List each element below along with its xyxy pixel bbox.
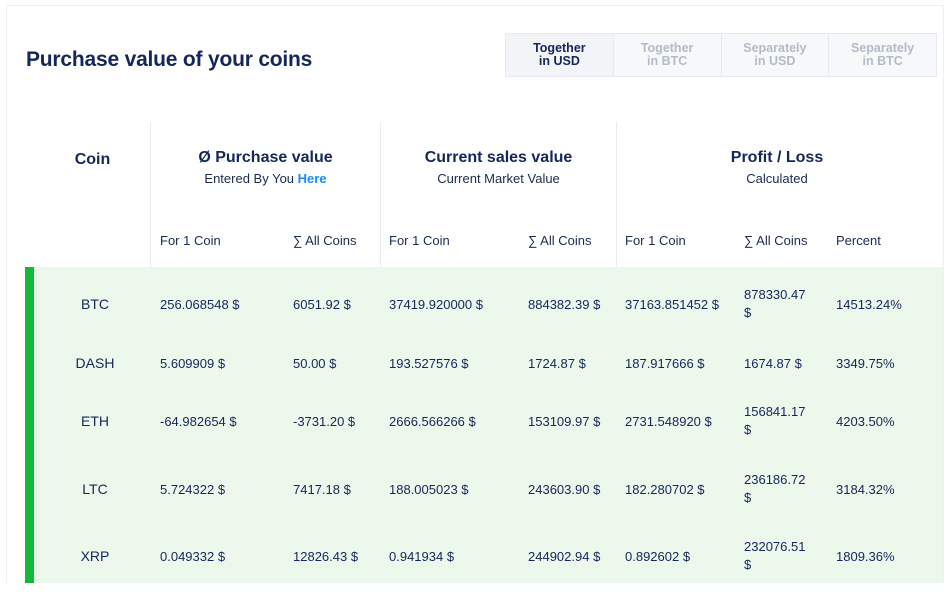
currency-mode-tabs: Together in USD Together in BTC Separate… <box>505 33 937 77</box>
profit-loss-header: Profit / Loss Calculated <box>617 149 937 186</box>
subheader-profit-all: ∑ All Coins <box>744 233 808 248</box>
cell-profit-all: 156841.17 $ <box>744 404 806 437</box>
cell-profit-percent: 4203.50% <box>836 413 895 429</box>
tab-separately-usd[interactable]: Separately in USD <box>722 34 830 76</box>
cell-current-all: 1724.87 $ <box>528 355 586 371</box>
cell-current-one: 193.527576 $ <box>389 355 469 371</box>
cell-current-all: 244902.94 $ <box>528 548 601 564</box>
coin-symbol: ETH <box>81 413 109 429</box>
cell-purchase-one: 5.724322 $ <box>160 481 226 497</box>
tab-label: in BTC <box>862 54 903 68</box>
column-title: Coin <box>74 151 111 168</box>
subheader-purchase-one: For 1 Coin <box>160 233 221 248</box>
cell-current-one: 0.941934 $ <box>389 548 455 564</box>
tab-together-btc[interactable]: Together in BTC <box>614 34 722 76</box>
column-title: Current sales value <box>424 149 573 166</box>
cell-purchase-one: 5.609909 $ <box>160 355 226 371</box>
table-row: DASH 5.609909 $ 50.00 $ 193.527576 $ 172… <box>7 332 943 394</box>
purchase-value-header: Ø Purchase value Entered By You Here <box>151 149 380 186</box>
cell-purchase-one: -64.982654 $ <box>160 413 237 429</box>
table-row: LTC 5.724322 $ 7417.18 $ 188.005023 $ 24… <box>7 458 943 520</box>
cell-purchase-all: 12826.43 $ <box>293 548 359 564</box>
purchase-value-card: Purchase value of your coins Together in… <box>6 5 944 583</box>
page-title: Purchase value of your coins <box>26 48 313 71</box>
tab-label: in BTC <box>646 54 688 68</box>
cell-profit-one: 182.280702 $ <box>625 481 705 497</box>
cell-profit-one: 187.917666 $ <box>625 355 705 371</box>
coin-symbol: BTC <box>81 296 109 312</box>
cell-profit-percent: 1809.36% <box>836 548 895 564</box>
subheader-profit-one: For 1 Coin <box>625 233 686 248</box>
coin-symbol: DASH <box>75 355 115 371</box>
coin-symbol: XRP <box>80 548 110 564</box>
column-subtitle: Current Market Value <box>437 171 560 186</box>
column-divider <box>380 122 381 267</box>
cell-current-one: 2666.566266 $ <box>389 413 476 429</box>
table-row: ETH -64.982654 $ -3731.20 $ 2666.566266 … <box>7 390 943 452</box>
cell-profit-all: 232076.51 $ <box>744 539 806 572</box>
subtitle-text: Entered By You <box>204 171 295 186</box>
cell-profit-percent: 3184.32% <box>836 481 895 497</box>
cell-purchase-all: -3731.20 $ <box>293 413 356 429</box>
cell-current-one: 37419.920000 $ <box>389 296 483 312</box>
coin-header: Coin <box>35 151 150 169</box>
subheader-current-one: For 1 Coin <box>389 233 450 248</box>
subheader-purchase-all: ∑ All Coins <box>293 233 357 248</box>
table-row: BTC 256.068548 $ 6051.92 $ 37419.920000 … <box>7 273 943 335</box>
subheader-profit-percent: Percent <box>836 233 881 248</box>
cell-profit-percent: 14513.24% <box>836 296 902 312</box>
cell-purchase-one: 256.068548 $ <box>160 296 240 312</box>
column-subtitle: Entered By You Here <box>151 171 380 186</box>
current-sales-header: Current sales value Current Market Value <box>381 149 616 186</box>
tab-separately-btc[interactable]: Separately in BTC <box>829 34 936 76</box>
subheader-current-all: ∑ All Coins <box>528 233 592 248</box>
cell-profit-all: 236186.72 $ <box>744 472 806 505</box>
column-divider <box>616 122 617 267</box>
cell-current-all: 884382.39 $ <box>528 296 601 312</box>
cell-profit-one: 2731.548920 $ <box>625 413 712 429</box>
coin-symbol: LTC <box>82 481 108 497</box>
cell-purchase-all: 6051.92 $ <box>293 296 351 312</box>
cell-current-all: 243603.90 $ <box>528 481 601 497</box>
table-row: XRP 0.049332 $ 12826.43 $ 0.941934 $ 244… <box>7 525 943 583</box>
here-link[interactable]: Here <box>298 171 327 186</box>
cell-profit-all: 1674.87 $ <box>744 355 802 371</box>
column-subtitle: Calculated <box>746 171 808 186</box>
column-title: Ø Purchase value <box>198 149 333 166</box>
tab-together-usd[interactable]: Together in USD <box>506 34 614 76</box>
cell-purchase-all: 7417.18 $ <box>293 481 351 497</box>
column-divider <box>150 122 151 267</box>
cell-current-all: 153109.97 $ <box>528 413 601 429</box>
cell-purchase-all: 50.00 $ <box>293 355 337 371</box>
tab-label: in USD <box>754 54 796 68</box>
cell-profit-one: 0.892602 $ <box>625 548 691 564</box>
cell-profit-all: 878330.47 $ <box>744 287 806 320</box>
tab-label: in USD <box>538 54 580 68</box>
cell-current-one: 188.005023 $ <box>389 481 469 497</box>
column-title: Profit / Loss <box>730 149 824 166</box>
cell-profit-percent: 3349.75% <box>836 355 895 371</box>
cell-profit-one: 37163.851452 $ <box>625 296 719 312</box>
cell-purchase-one: 0.049332 $ <box>160 548 226 564</box>
